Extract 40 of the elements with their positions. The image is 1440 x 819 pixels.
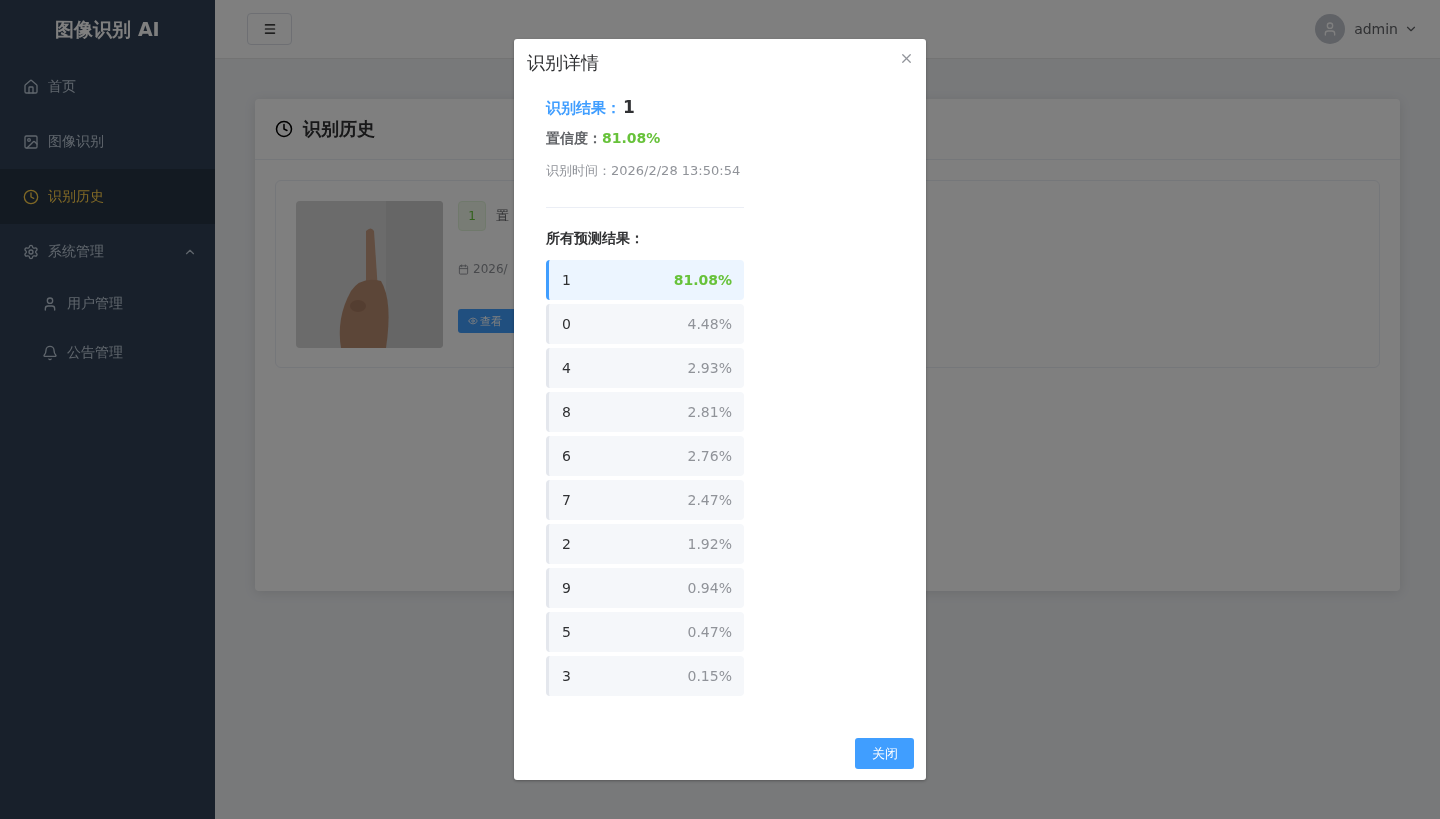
prediction-label: 5	[562, 624, 571, 640]
prediction-value: 1.92%	[687, 536, 732, 552]
prediction-label: 9	[562, 580, 571, 596]
result-value: 1	[623, 97, 635, 117]
prediction-label: 3	[562, 668, 571, 684]
prediction-value: 2.76%	[687, 448, 732, 464]
sidebar-item[interactable]: 图像识别	[0, 114, 215, 169]
prediction-label: 6	[562, 448, 571, 464]
sidebar-subitem[interactable]: 公告管理	[0, 328, 215, 377]
prediction-value: 2.93%	[687, 360, 732, 376]
prediction-label: 1	[562, 272, 571, 288]
sidebar-item[interactable]: 系统管理	[0, 224, 215, 279]
sidebar-subitem[interactable]: 用户管理	[0, 279, 215, 328]
prediction-value: 0.15%	[687, 668, 732, 684]
dialog-title: 识别详情	[527, 51, 599, 75]
prediction-label: 7	[562, 492, 571, 508]
prediction-value: 4.48%	[687, 316, 732, 332]
result-label: 识别结果：	[546, 99, 621, 118]
view-details-button[interactable]: 查看	[458, 309, 514, 333]
prediction-value: 0.94%	[687, 580, 732, 596]
prediction-label: 0	[562, 316, 571, 332]
prediction-value: 81.08%	[673, 272, 732, 288]
predictions-title: 所有预测结果：	[546, 230, 645, 248]
prediction-label: 8	[562, 404, 571, 420]
confidence-value: 81.08%	[602, 130, 661, 146]
confidence-text: 置	[496, 207, 509, 225]
prediction-label: 2	[562, 536, 571, 552]
confidence-label: 置信度：	[546, 130, 602, 148]
prediction-label: 4	[562, 360, 571, 376]
app-title: 图像识别 AI	[54, 16, 161, 42]
sidebar-item[interactable]: 首页	[0, 59, 215, 114]
user-name[interactable]: admin	[1354, 21, 1398, 37]
sidebar-item[interactable]: 识别历史	[0, 169, 215, 224]
prediction-value: 2.47%	[687, 492, 732, 508]
result-tag: 1	[458, 201, 486, 231]
panel-title: 识别历史	[303, 117, 375, 141]
prediction-value: 2.81%	[687, 404, 732, 420]
time-text: 识别时间：2026/2/28 13:50:54	[546, 162, 742, 180]
close-button[interactable]: 关闭	[855, 738, 914, 769]
prediction-value: 0.47%	[687, 624, 732, 640]
